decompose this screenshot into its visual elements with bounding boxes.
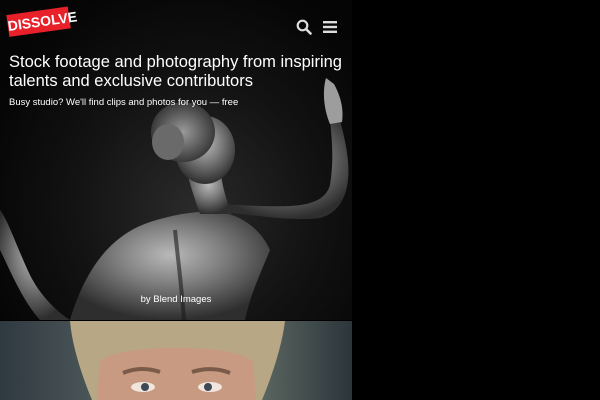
hamburger-menu-icon	[323, 21, 337, 33]
hero-photo	[0, 78, 349, 320]
photo-credit[interactable]: by Blend Images	[0, 294, 352, 306]
second-tile-photo	[70, 321, 285, 400]
menu-button[interactable]	[322, 19, 338, 35]
second-tile[interactable]	[0, 321, 352, 400]
logo-text: DISSOLVE	[6, 6, 78, 37]
page: DISSOLVE Stock footage and photography f…	[0, 0, 600, 400]
page-headline: Stock footage and photography from inspi…	[9, 53, 342, 90]
search-icon	[296, 19, 312, 35]
hero-subline: Busy studio? We'll find clips and photos…	[9, 97, 239, 108]
content-column: DISSOLVE Stock footage and photography f…	[0, 0, 352, 400]
hero-tile[interactable]: DISSOLVE Stock footage and photography f…	[0, 0, 352, 320]
search-button[interactable]	[296, 19, 312, 35]
